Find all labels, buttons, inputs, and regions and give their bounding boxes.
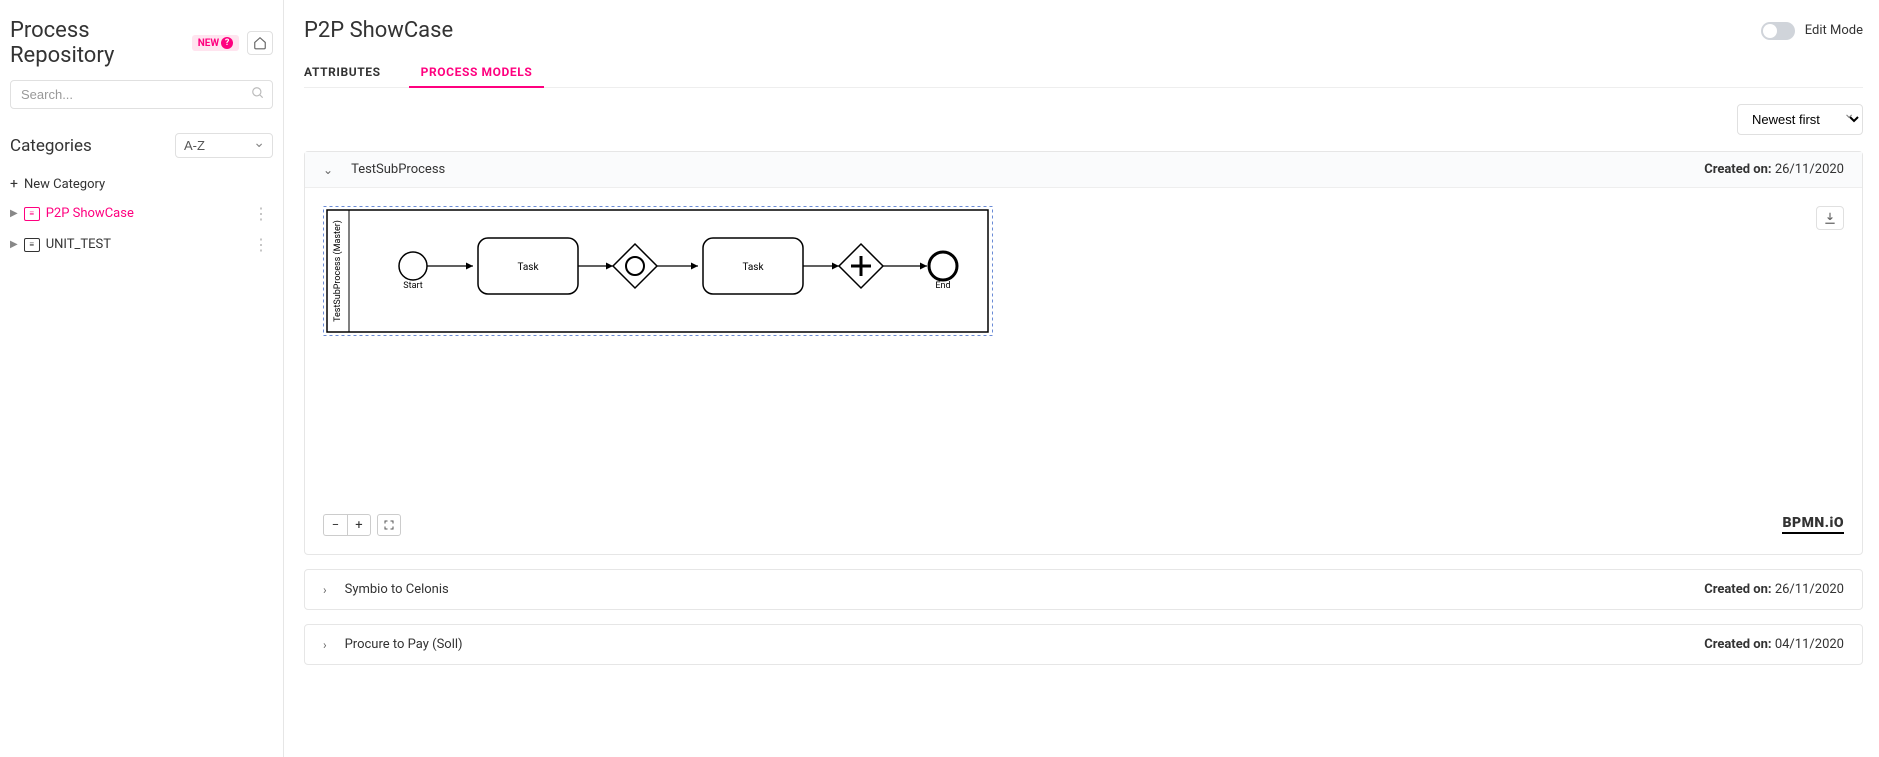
fullscreen-icon: [383, 519, 395, 531]
bpmn-diagram[interactable]: TestSubProcess (Master) Start Task: [323, 206, 1844, 536]
categories-heading: Categories: [10, 136, 92, 156]
download-button[interactable]: [1816, 206, 1844, 230]
sidebar: Process Repository NEW ? Categories A-Z: [0, 0, 284, 757]
panel-created-meta: Created on: 26/11/2020: [1704, 582, 1844, 597]
panel-created-meta: Created on: 04/11/2020: [1704, 637, 1844, 652]
created-label: Created on:: [1704, 637, 1771, 652]
process-icon: ≡: [24, 238, 40, 252]
caret-icon: ▶: [10, 239, 18, 250]
sort-select[interactable]: A-Z: [175, 133, 273, 158]
search-input[interactable]: [10, 80, 273, 109]
new-category-label: New Category: [24, 177, 105, 192]
zoom-out-button[interactable]: −: [323, 514, 347, 536]
bpmn-lane-label: TestSubProcess (Master): [332, 220, 343, 322]
panel-header-toggle[interactable]: ⌄ TestSubProcess Created on: 26/11/2020: [305, 152, 1862, 188]
plus-icon: +: [10, 176, 18, 192]
models-sort-select[interactable]: Newest first: [1737, 104, 1863, 135]
caret-icon: ▶: [10, 208, 18, 219]
panel-title: Symbio to Celonis: [345, 582, 449, 597]
more-menu-icon[interactable]: ⋮: [253, 204, 267, 223]
created-label: Created on:: [1704, 162, 1771, 177]
bpmn-task-label: Task: [742, 262, 764, 273]
new-badge[interactable]: NEW ?: [192, 35, 239, 51]
sidebar-title: Process Repository: [10, 18, 184, 68]
home-icon: [253, 36, 267, 50]
panel-title: TestSubProcess: [351, 162, 445, 177]
chevron-right-icon: ›: [323, 638, 327, 652]
model-panel-collapsed[interactable]: › Symbio to Celonis Created on: 26/11/20…: [304, 569, 1863, 610]
process-icon: ≡: [24, 207, 40, 221]
sidebar-item-p2p-showcase[interactable]: ▶ ≡ P2P ShowCase ⋮: [10, 198, 273, 229]
tab-process-models[interactable]: PROCESS MODELS: [421, 57, 533, 87]
bpmn-gateway-inclusive[interactable]: [613, 244, 657, 288]
page-title: P2P ShowCase: [304, 18, 453, 43]
model-panel-expanded: ⌄ TestSubProcess Created on: 26/11/2020: [304, 151, 1863, 555]
chevron-down-icon: ⌄: [323, 163, 333, 177]
panel-title: Procure to Pay (Soll): [345, 637, 463, 652]
help-icon: ?: [221, 37, 233, 49]
new-category-button[interactable]: + New Category: [10, 170, 273, 198]
search-icon: [251, 86, 265, 104]
sidebar-item-label: P2P ShowCase: [46, 206, 134, 221]
bpmn-task-label: Task: [517, 262, 539, 273]
bpmn-start-event[interactable]: [399, 252, 427, 280]
bpmn-io-logo: BPMN.iO: [1782, 515, 1844, 536]
main-content: P2P ShowCase Edit Mode ATTRIBUTES PROCES…: [284, 0, 1879, 757]
created-date: 26/11/2020: [1775, 582, 1844, 597]
home-button[interactable]: [247, 31, 273, 55]
bpmn-end-event[interactable]: [929, 252, 957, 280]
zoom-in-button[interactable]: +: [347, 514, 371, 536]
tabs: ATTRIBUTES PROCESS MODELS: [304, 57, 1863, 88]
created-date: 04/11/2020: [1775, 637, 1844, 652]
chevron-right-icon: ›: [323, 583, 327, 597]
model-panel-collapsed[interactable]: › Procure to Pay (Soll) Created on: 04/1…: [304, 624, 1863, 665]
bpmn-start-label: Start: [403, 281, 422, 291]
created-label: Created on:: [1704, 582, 1771, 597]
sidebar-item-unit-test[interactable]: ▶ ≡ UNIT_TEST ⋮: [10, 229, 273, 260]
download-icon: [1823, 211, 1837, 225]
edit-mode-label: Edit Mode: [1805, 23, 1863, 38]
sidebar-item-label: UNIT_TEST: [46, 237, 111, 252]
panel-created-meta: Created on: 26/11/2020: [1704, 162, 1844, 177]
more-menu-icon[interactable]: ⋮: [253, 235, 267, 254]
edit-mode-toggle[interactable]: [1761, 22, 1795, 40]
bpmn-end-label: End: [935, 281, 950, 291]
tab-attributes[interactable]: ATTRIBUTES: [304, 57, 381, 87]
fit-screen-button[interactable]: [377, 514, 401, 536]
created-date: 26/11/2020: [1775, 162, 1844, 177]
new-badge-label: NEW: [198, 38, 219, 49]
